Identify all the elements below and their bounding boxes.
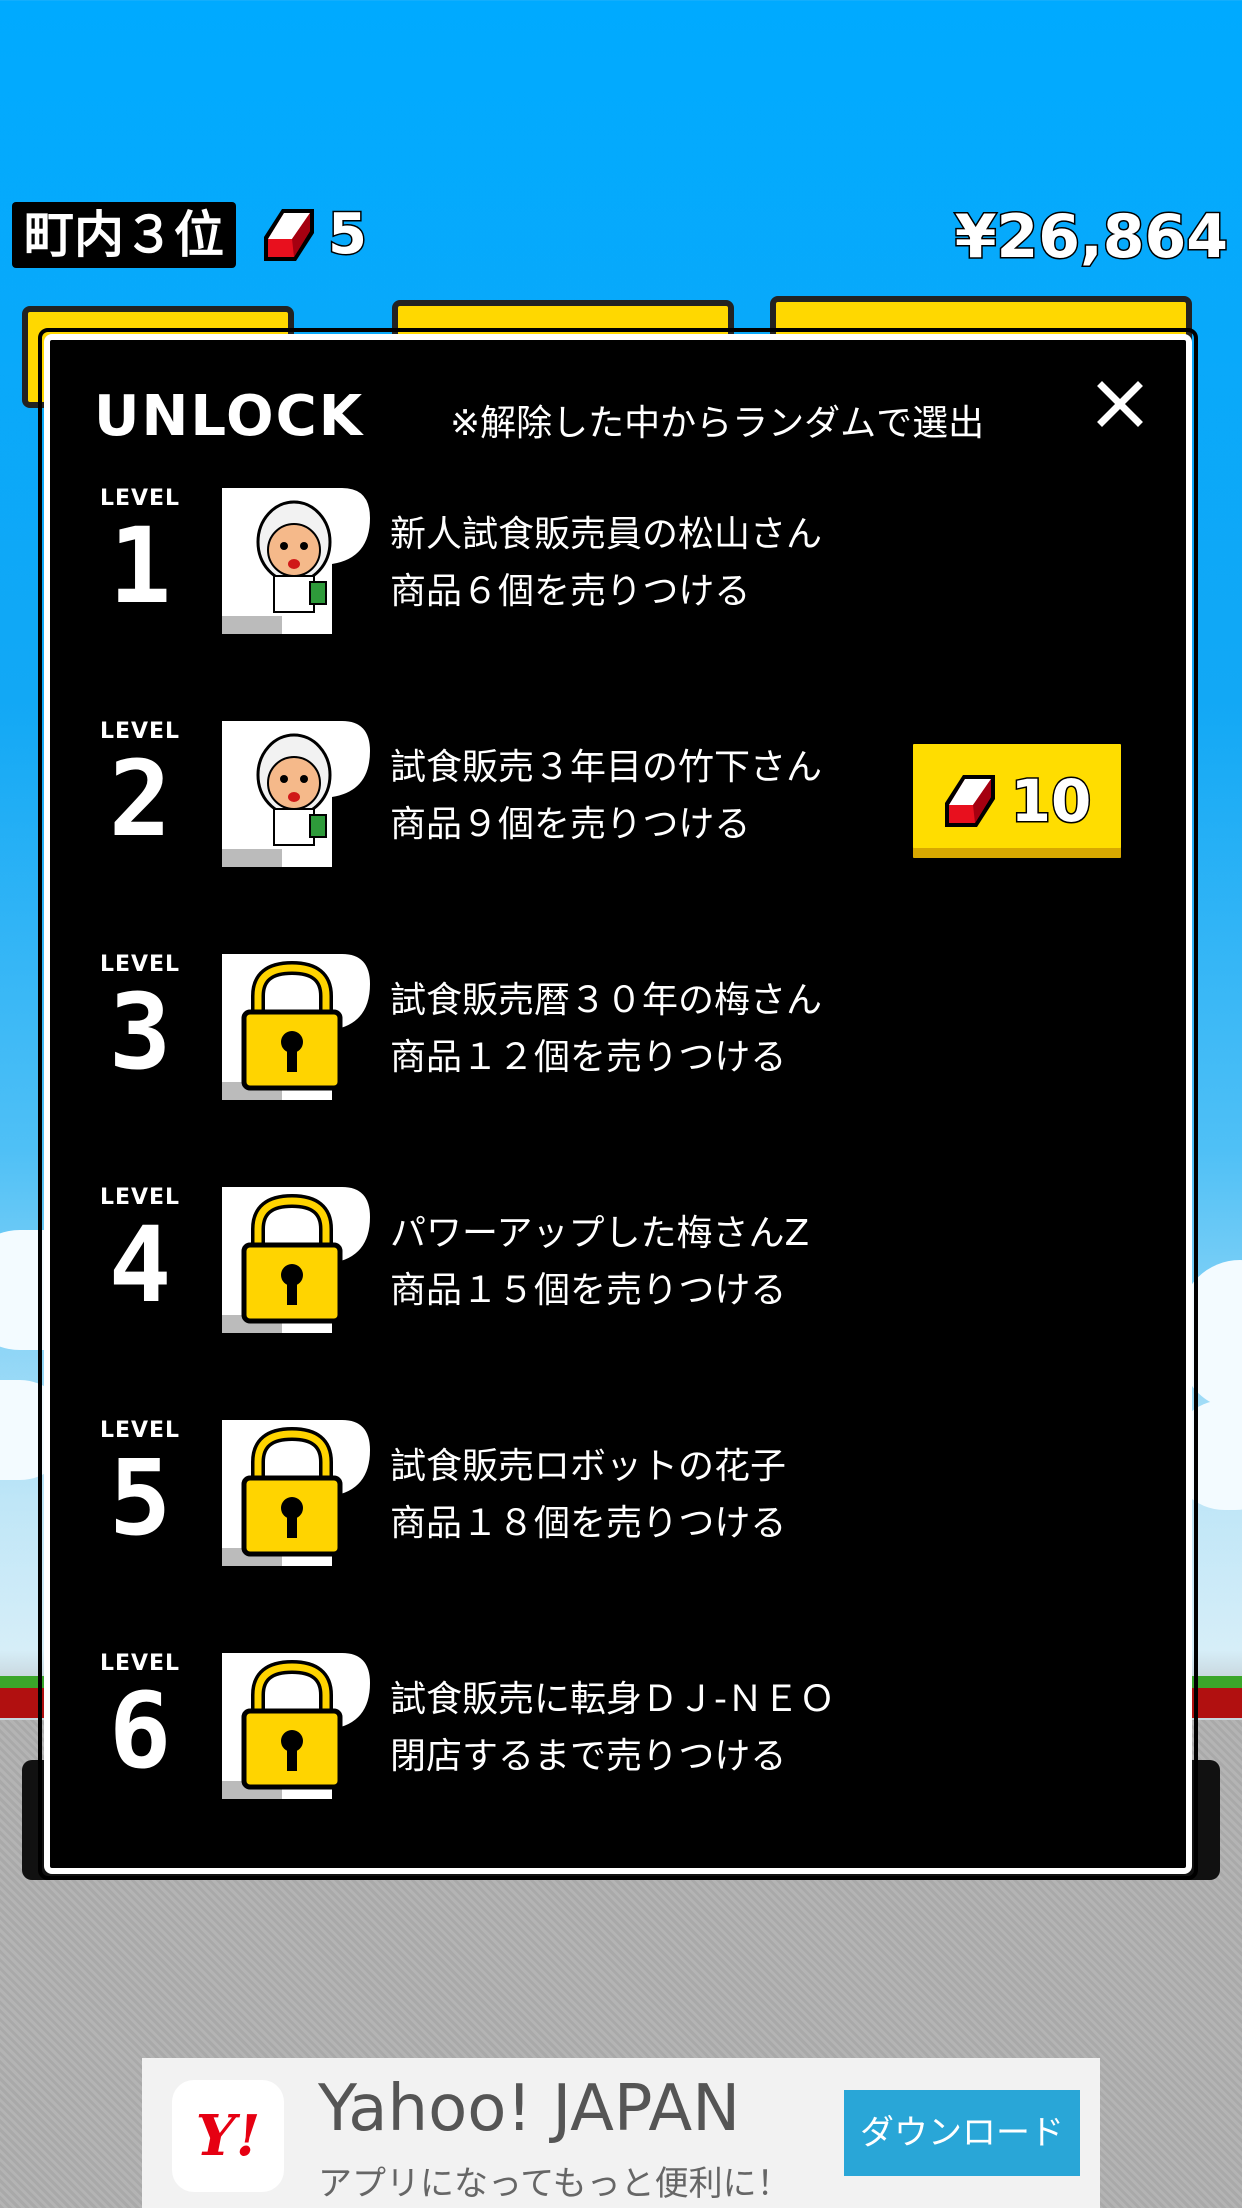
rank-label: 町内３位: [12, 202, 236, 268]
gem-count: 5: [327, 201, 369, 269]
level-goal: 閉店するまで売りつける: [390, 1736, 787, 1777]
lock-icon: [222, 1420, 370, 1566]
lock-icon: [222, 954, 370, 1100]
money-display: ¥26,864: [953, 201, 1229, 274]
level-description: 新人試食販売員の松山さん 商品６個を売りつける: [390, 506, 822, 620]
level-number: 5: [108, 1437, 172, 1559]
level-description: 試食販売に転身ＤＪ-ＮＥＯ 閉店するまで売りつける: [390, 1671, 835, 1785]
modal-title: UNLOCK: [94, 384, 365, 449]
lock-icon: [222, 1187, 370, 1333]
level-row: LEVEL 2 試食販売３年目の竹下さん 商品９個を売りつける 10: [50, 719, 1186, 879]
level-goal: 商品１５個を売りつける: [390, 1270, 787, 1311]
level-description: 試食販売３年目の竹下さん 商品９個を売りつける: [390, 739, 822, 853]
level-badge: LEVEL 1: [90, 486, 190, 621]
ad-download-button[interactable]: ダウンロード: [844, 2090, 1080, 2176]
gem-counter: 5: [262, 201, 369, 269]
lock-icon: [222, 1653, 370, 1799]
gem-icon: [944, 775, 995, 827]
level-name: 試食販売ロボットの花子: [390, 1446, 787, 1487]
level-goal: 商品９個を売りつける: [390, 804, 751, 845]
level-description: 試食販売ロボットの花子 商品１８個を売りつける: [390, 1438, 786, 1552]
level-badge: LEVEL 4: [90, 1185, 190, 1320]
level-goal: 商品１２個を売りつける: [390, 1037, 787, 1078]
modal-note: ※解除した中からランダムで選出: [450, 403, 985, 444]
character-avatar-icon: [222, 721, 370, 867]
level-number: 3: [108, 971, 172, 1093]
level-name: 試食販売に転身ＤＪ-ＮＥＯ: [390, 1679, 835, 1720]
ad-banner[interactable]: Y! Yahoo! JAPAN アプリになってもっと便利に！ ダウンロード: [142, 2058, 1100, 2208]
unlock-buy-button[interactable]: 10: [908, 739, 1126, 863]
level-description: 試食販売暦３０年の梅さん 商品１２個を売りつける: [390, 972, 822, 1086]
level-badge: LEVEL 6: [90, 1651, 190, 1786]
close-icon: [1097, 381, 1143, 427]
level-row: LEVEL 1 新人試食販売員の松山さん 商品６個を売りつける: [50, 486, 1186, 646]
level-number: 6: [108, 1670, 172, 1792]
level-name: 試食販売３年目の竹下さん: [390, 747, 823, 788]
character-avatar-icon: [222, 488, 370, 634]
level-row: LEVEL 5 試食販売ロボットの花子 商品１８個を売りつける: [50, 1418, 1186, 1578]
close-button[interactable]: [1090, 374, 1150, 434]
level-badge: LEVEL 3: [90, 952, 190, 1087]
level-badge: LEVEL 5: [90, 1418, 190, 1553]
level-goal: 商品６個を売りつける: [390, 571, 751, 612]
level-name: パワーアップした梅さんZ: [390, 1213, 810, 1254]
level-goal: 商品１８個を売りつける: [390, 1503, 787, 1544]
level-description: パワーアップした梅さんZ 商品１５個を売りつける: [390, 1205, 809, 1319]
level-number: 2: [108, 738, 172, 860]
level-row: LEVEL 4 パワーアップした梅さんZ 商品１５個を売りつける: [50, 1185, 1186, 1345]
unlock-modal: UNLOCK ※解除した中からランダムで選出 LEVEL 1 新人試食販売員の松山さ…: [44, 334, 1192, 1874]
level-row: LEVEL 6 試食販売に転身ＤＪ-ＮＥＯ 閉店するまで売りつける: [50, 1651, 1186, 1811]
level-number: 1: [108, 505, 172, 627]
unlock-price: 10: [1009, 766, 1093, 837]
level-name: 新人試食販売員の松山さん: [390, 514, 823, 555]
level-number: 4: [108, 1204, 172, 1326]
level-badge: LEVEL 2: [90, 719, 190, 854]
ad-title: Yahoo! JAPAN: [318, 2072, 741, 2146]
yahoo-logo-icon: Y!: [172, 2080, 284, 2192]
level-row: LEVEL 3 試食販売暦３０年の梅さん 商品１２個を売りつける: [50, 952, 1186, 1112]
gem-icon: [264, 208, 314, 261]
ad-subtitle: アプリになってもっと便利に！: [318, 2164, 791, 2204]
level-name: 試食販売暦３０年の梅さん: [390, 980, 823, 1021]
